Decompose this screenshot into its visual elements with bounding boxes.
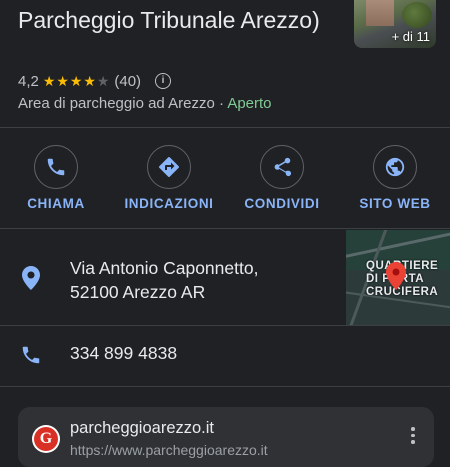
- photo-count: + di 11: [391, 29, 430, 44]
- directions-label: INDICAZIONI: [124, 196, 214, 211]
- star-rating: ★ ★ ★ ★ ★: [43, 74, 111, 88]
- photo-thumbnail[interactable]: + di 11: [354, 0, 436, 48]
- map-label-line-1: QUARTIERE: [366, 260, 450, 273]
- map-label-line-3: CRUCIFERA: [366, 286, 439, 298]
- phone-icon: [22, 346, 40, 364]
- star-icon: ★: [42, 73, 56, 89]
- share-circle[interactable]: [260, 145, 304, 189]
- website-url[interactable]: https://www.parcheggioarezzo.it: [70, 442, 268, 458]
- map-thumbnail[interactable]: QUARTIERE DI PORTA CRUCIFERA: [346, 230, 450, 325]
- call-button[interactable]: CHIAMA: [0, 145, 112, 211]
- phone-number: 334 899 4838: [70, 343, 178, 363]
- share-button[interactable]: CONDIVIDI: [226, 145, 338, 211]
- share-label: CONDIVIDI: [244, 196, 320, 211]
- star-icon: ★: [56, 73, 69, 89]
- website-card[interactable]: G parcheggioarezzo.it https://www.parche…: [18, 407, 434, 467]
- category-label: Area di parcheggio ad Arezzo: [18, 95, 215, 112]
- website-circle[interactable]: [373, 145, 417, 189]
- address-text: Via Antonio Caponnetto, 52100 Arezzo AR: [70, 256, 258, 304]
- phone-row[interactable]: 334 899 4838: [0, 330, 450, 380]
- directions-circle[interactable]: [147, 145, 191, 189]
- star-empty-icon: ★: [96, 73, 110, 89]
- review-count[interactable]: (40): [114, 73, 141, 90]
- divider: [0, 386, 450, 387]
- website-button[interactable]: SITO WEB: [339, 145, 450, 211]
- phone-icon: [47, 158, 65, 176]
- place-title: Parcheggio Tribunale Arezzo): [18, 7, 320, 33]
- map-label-line-2: DI PORTA: [366, 273, 424, 285]
- separator: ·: [214, 95, 228, 112]
- info-icon[interactable]: i: [155, 73, 172, 89]
- map-marker-icon: [386, 262, 406, 290]
- directions-icon: [159, 157, 179, 177]
- divider: [0, 228, 450, 229]
- call-label: CHIAMA: [27, 196, 85, 211]
- divider: [0, 325, 450, 326]
- call-circle[interactable]: [34, 145, 78, 189]
- address-line-2: 52100 Arezzo AR: [70, 282, 206, 302]
- photo-building: [366, 0, 394, 26]
- more-options-icon[interactable]: [410, 427, 416, 447]
- rating-value: 4,2: [18, 72, 39, 90]
- location-pin-icon: [22, 266, 40, 290]
- divider: [0, 127, 450, 128]
- website-label: SITO WEB: [359, 196, 431, 211]
- category-row: Area di parcheggio ad Arezzo · Aperto: [18, 95, 272, 112]
- favicon-letter: G: [34, 427, 58, 451]
- address-line-1: Via Antonio Caponnetto,: [70, 258, 259, 278]
- star-icon: ★: [69, 73, 83, 89]
- open-status: Aperto: [227, 95, 272, 112]
- rating-row[interactable]: 4,2 ★ ★ ★ ★ ★ (40) i: [18, 70, 172, 92]
- globe-icon: [385, 157, 405, 177]
- star-icon: ★: [83, 73, 96, 89]
- photo-tree: [402, 2, 432, 28]
- website-name[interactable]: parcheggioarezzo.it: [70, 419, 214, 438]
- action-bar: CHIAMA INDICAZIONI CONDIVIDI SITO WEB: [0, 145, 450, 225]
- share-icon: [274, 157, 292, 177]
- directions-button[interactable]: INDICAZIONI: [113, 145, 225, 211]
- site-favicon-icon: G: [32, 425, 60, 453]
- map-label: QUARTIERE DI PORTA CRUCIFERA: [366, 260, 450, 299]
- address-row[interactable]: Via Antonio Caponnetto, 52100 Arezzo AR …: [0, 230, 450, 325]
